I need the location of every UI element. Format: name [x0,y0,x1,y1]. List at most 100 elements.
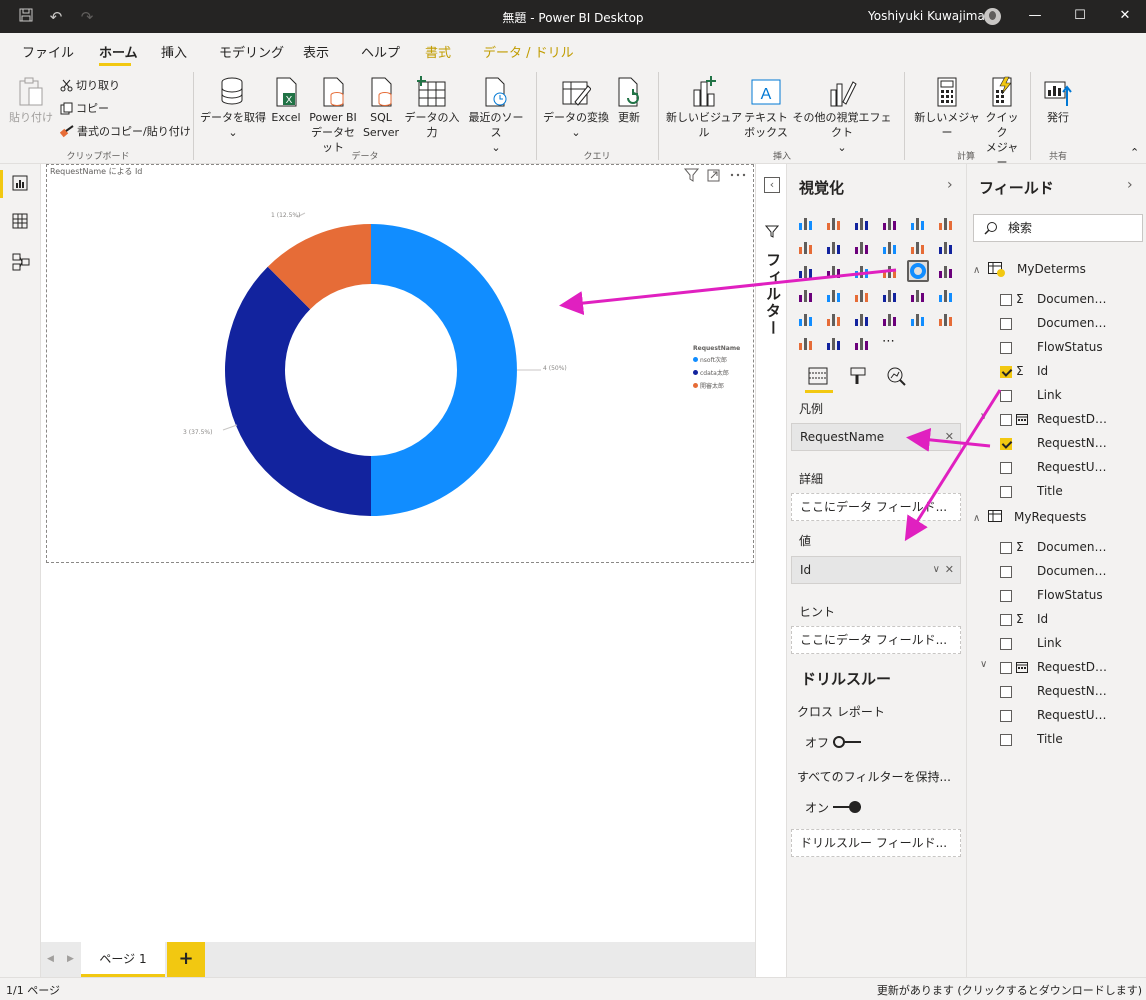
field-checkbox[interactable] [1000,686,1012,698]
visual-type-icon[interactable] [907,308,929,330]
field-item[interactable]: FlowStatus [1000,340,1144,356]
field-item[interactable]: RequestNa... [1000,436,1144,452]
prev-page-icon[interactable]: ◀ [47,954,54,964]
field-item[interactable]: Σ DocumentId [1000,540,1144,556]
field-checkbox[interactable] [1000,366,1012,378]
field-item[interactable]: FlowStatus [1000,588,1144,604]
next-page-icon[interactable]: ▶ [67,954,74,964]
visual-type-icon[interactable] [851,260,873,282]
field-checkbox[interactable] [1000,318,1012,330]
field-item[interactable]: RequestUse... [1000,460,1144,476]
field-checkbox[interactable] [1000,614,1012,626]
more-visuals-icon[interactable]: ⋯ [879,332,901,354]
field-item[interactable]: Link [1000,636,1144,652]
field-checkbox[interactable] [1000,438,1012,450]
chevron-down-icon[interactable]: ∨ [980,411,987,422]
visual-type-icon[interactable] [879,236,901,258]
visual-type-icon[interactable] [907,236,929,258]
add-page-button[interactable]: + [167,942,205,977]
tab-file[interactable]: ファイル [22,42,74,61]
table-node[interactable]: ∧ MyRequests [973,510,1086,524]
visual-type-icon[interactable] [879,284,901,306]
cross-report-toggle[interactable]: オフ [805,734,862,751]
fields-tab-icon[interactable] [805,367,833,393]
collapse-icon[interactable]: ∧ [973,265,980,276]
filter-pane-collapsed[interactable]: ‹ フィルター [755,164,787,977]
field-checkbox[interactable] [1000,390,1012,402]
visual-type-icon[interactable] [823,236,845,258]
visual-type-icon[interactable] [795,260,817,282]
collapse-fields-pane-icon[interactable]: › [1127,177,1133,193]
table-node[interactable]: ∧ MyDeterms [973,262,1086,277]
field-item[interactable]: Document... [1000,316,1144,332]
excel-button[interactable]: X Excel [268,76,304,125]
field-item[interactable]: Link [1000,388,1144,404]
legend-item[interactable]: cdata太郎 [693,368,729,377]
collapse-ribbon-icon[interactable]: ⌃ [1130,146,1139,159]
visual-type-icon[interactable] [823,284,845,306]
field-checkbox[interactable] [1000,414,1012,426]
report-view-button[interactable] [0,166,41,202]
cut-button[interactable]: 切り取り [60,77,120,93]
field-item[interactable]: Title [1000,732,1144,748]
chevron-down-icon[interactable]: ∨ [980,659,987,670]
visual-type-icon[interactable] [851,236,873,258]
report-canvas[interactable]: RequestName による Id RequestName nsoft次郎 c… [41,164,755,942]
publish-button[interactable]: 発行 [1036,76,1080,125]
more-visuals-button[interactable]: その他の視覚エフェクト ⌄ [788,76,896,155]
field-checkbox[interactable] [1000,734,1012,746]
avatar[interactable] [984,8,1001,25]
format-tab-icon[interactable] [850,367,866,384]
remove-field-icon[interactable]: ✕ [945,424,954,450]
visual-type-icon[interactable] [879,308,901,330]
donut-chart-visual[interactable]: RequestName による Id RequestName nsoft次郎 c… [46,164,754,563]
field-item[interactable]: Title [1000,484,1144,500]
field-checkbox[interactable] [1000,294,1012,306]
new-visual-button[interactable]: 新しいビジュアル [664,76,744,140]
paste-button[interactable]: 貼り付け [8,76,54,125]
collapse-viz-pane-icon[interactable]: › [947,177,953,193]
visual-type-icon[interactable] [823,308,845,330]
visual-type-icon[interactable] [795,332,817,354]
analytics-tab-icon[interactable] [887,367,906,386]
field-item[interactable]: Σ DocumentId [1000,292,1144,308]
field-item[interactable]: Σ Id [1000,364,1144,380]
refresh-button[interactable]: 更新 [610,76,648,125]
field-item[interactable]: ∨ RequestDate [980,411,1144,428]
field-item[interactable]: Σ Id [1000,612,1144,628]
visual-type-icon[interactable] [851,308,873,330]
field-item[interactable]: ∨ RequestDate [980,659,1144,676]
remove-field-icon[interactable]: ✕ [945,557,954,583]
field-checkbox[interactable] [1000,662,1012,674]
visual-type-icon[interactable] [795,284,817,306]
keep-filters-toggle[interactable]: オン [805,799,862,816]
field-checkbox[interactable] [1000,486,1012,498]
update-notice[interactable]: 更新があります (クリックするとダウンロードします) [877,982,1142,998]
tab-help[interactable]: ヘルプ [361,42,400,61]
transform-data-button[interactable]: データの変換 ⌄ [543,76,609,140]
tab-data-drill[interactable]: データ / ドリル [483,42,574,61]
visual-type-icon[interactable] [795,308,817,330]
enter-data-button[interactable]: データの入力 [400,76,464,140]
legend-item[interactable]: nsoft次郎 [693,355,727,364]
chevron-down-icon[interactable]: ∨ [933,557,940,583]
visual-type-icon[interactable] [795,236,817,258]
powerbi-dataset-button[interactable]: Power BI データセット [306,76,360,155]
values-field-well[interactable]: Id ∨ ✕ [791,556,961,584]
visual-type-icon[interactable] [935,260,957,282]
maximize-icon[interactable]: ☐ [1070,6,1090,26]
donut-slice[interactable] [225,266,371,516]
visual-type-icon[interactable] [935,308,957,330]
field-checkbox[interactable] [1000,342,1012,354]
visual-type-icon[interactable] [851,284,873,306]
drillthrough-field-well[interactable]: ドリルスルー フィールド... [791,829,961,857]
tab-format[interactable]: 書式 [425,42,451,61]
field-item[interactable]: RequestNa... [1000,684,1144,700]
minimize-icon[interactable]: — [1025,6,1045,26]
tab-home[interactable]: ホーム [99,42,138,61]
legend-item[interactable]: 開審太郎 [693,381,724,390]
field-checkbox[interactable] [1000,566,1012,578]
visual-type-icon[interactable] [935,284,957,306]
visual-type-icon[interactable] [935,212,957,234]
visual-type-icon[interactable] [879,260,901,282]
